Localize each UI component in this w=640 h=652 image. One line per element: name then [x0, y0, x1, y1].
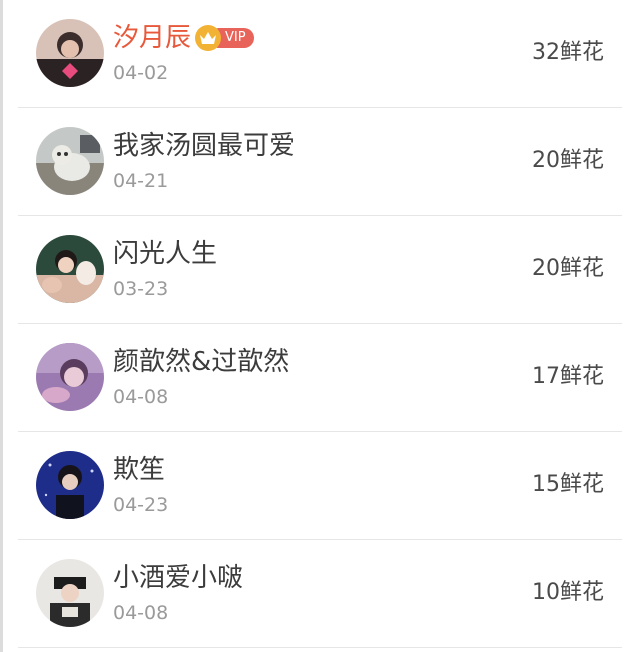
name-wrap: 我家汤圆最可爱	[113, 130, 295, 162]
avatar[interactable]	[36, 235, 104, 303]
date-text: 03-23	[113, 278, 169, 300]
date-text: 04-21	[113, 170, 169, 192]
avatar[interactable]	[36, 127, 104, 195]
name-wrap: 小酒爱小啵	[113, 562, 243, 594]
avatar[interactable]	[36, 559, 104, 627]
user-name[interactable]: 汐月辰	[113, 22, 191, 54]
name-wrap: 汐月辰 VIP	[113, 22, 254, 54]
date-text: 04-08	[113, 602, 169, 624]
name-wrap: 颜歆然&过歆然	[113, 346, 289, 378]
user-name[interactable]: 闪光人生	[113, 238, 217, 270]
name-wrap: 欺笙	[113, 454, 165, 486]
list-item[interactable]: 汐月辰 VIP 04-02 32鲜花	[18, 0, 622, 108]
list-item[interactable]: 我家汤圆最可爱 04-21 20鲜花	[18, 108, 622, 216]
user-name[interactable]: 我家汤圆最可爱	[113, 130, 295, 162]
date-text: 04-08	[113, 386, 169, 408]
list-item[interactable]: 闪光人生 03-23 20鲜花	[18, 216, 622, 324]
flower-count: 10鲜花	[532, 580, 604, 605]
list-item[interactable]: 小酒爱小啵 04-08 10鲜花	[18, 540, 622, 648]
user-name[interactable]: 小酒爱小啵	[113, 562, 243, 594]
vip-badge: VIP	[195, 25, 254, 51]
name-wrap: 闪光人生	[113, 238, 217, 270]
flower-count: 32鲜花	[532, 40, 604, 65]
avatar[interactable]	[36, 343, 104, 411]
flower-count: 20鲜花	[532, 256, 604, 281]
date-text: 04-02	[113, 62, 169, 84]
avatar[interactable]	[36, 19, 104, 87]
flower-count: 20鲜花	[532, 148, 604, 173]
list-item[interactable]: 欺笙 04-23 15鲜花	[18, 432, 622, 540]
list-item[interactable]: 颜歆然&过歆然 04-08 17鲜花	[18, 324, 622, 432]
user-name[interactable]: 欺笙	[113, 454, 165, 486]
crown-icon	[195, 25, 222, 51]
left-edge-divider	[0, 0, 3, 652]
flower-ranking-list: 汐月辰 VIP 04-02 32鲜花 我家汤圆最可爱 04-21 20鲜花 闪光…	[18, 0, 622, 648]
flower-count: 17鲜花	[532, 364, 604, 389]
date-text: 04-23	[113, 494, 169, 516]
avatar[interactable]	[36, 451, 104, 519]
user-name[interactable]: 颜歆然&过歆然	[113, 346, 289, 378]
flower-count: 15鲜花	[532, 472, 604, 497]
